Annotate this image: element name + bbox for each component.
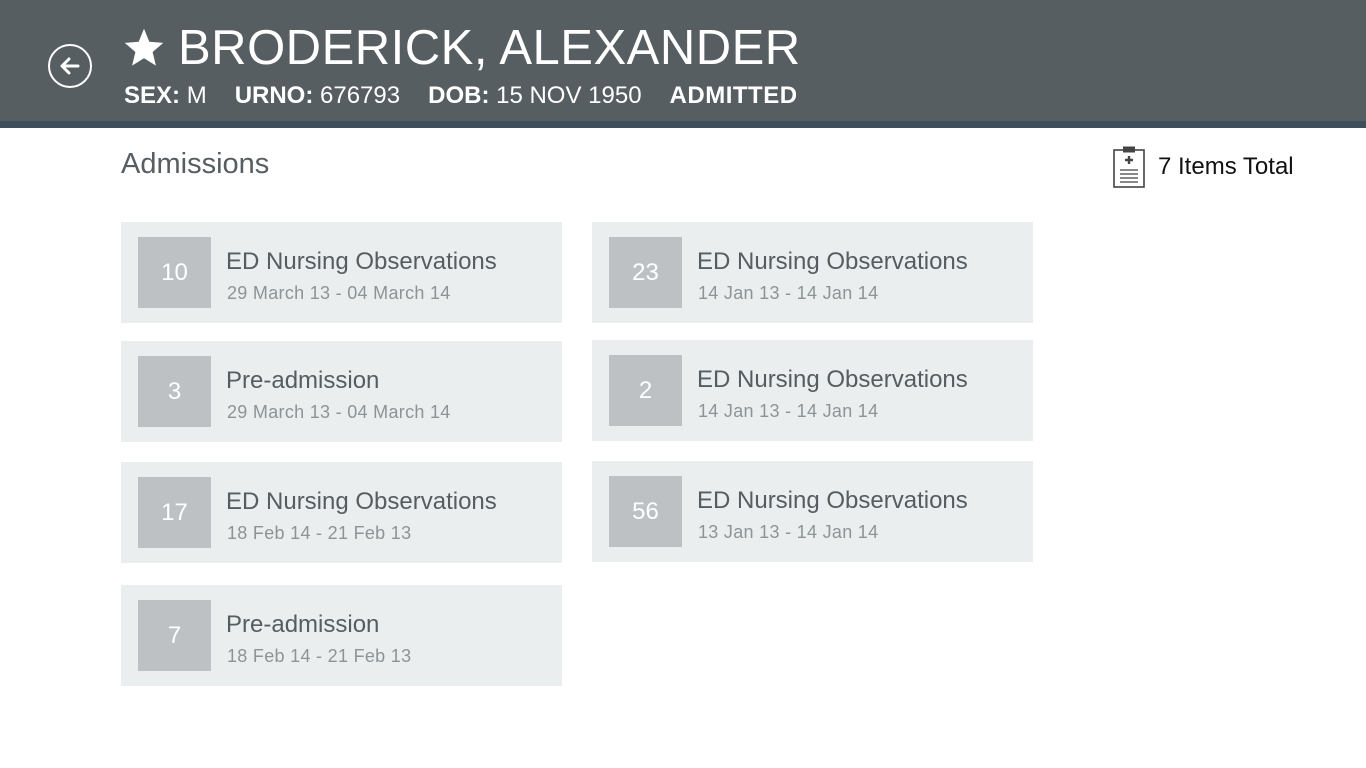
sex-value: M <box>186 82 207 109</box>
patient-meta: SEX: M URNO: 676793 DOB: 15 NOV 1950 ADM… <box>124 82 798 110</box>
admission-count: 10 <box>138 237 211 308</box>
star-icon[interactable] <box>122 26 166 70</box>
admission-count: 56 <box>609 476 682 547</box>
admission-dates: 29 March 13 - 04 March 14 <box>227 283 451 303</box>
admission-tile[interactable]: 56 ED Nursing Observations 13 Jan 13 - 1… <box>592 461 1033 562</box>
sex-field: SEX: M <box>124 82 207 110</box>
dob-value: 15 NOV 1950 <box>496 82 642 109</box>
status-badge: ADMITTED <box>669 82 798 109</box>
dob-field: DOB: 15 NOV 1950 <box>428 82 641 110</box>
admission-tile[interactable]: 2 ED Nursing Observations 14 Jan 13 - 14… <box>592 340 1033 441</box>
admission-dates: 29 March 13 - 04 March 14 <box>227 402 451 422</box>
admission-count: 23 <box>609 237 682 308</box>
header-divider <box>0 121 1366 128</box>
patient-header: BRODERICK, ALEXANDER SEX: M URNO: 676793… <box>0 0 1366 121</box>
admission-dates: 14 Jan 13 - 14 Jan 14 <box>698 283 879 303</box>
items-total: 7 Items Total <box>1112 145 1294 189</box>
page-title: Admissions <box>121 148 270 180</box>
admission-count: 7 <box>138 600 211 671</box>
admission-dates: 18 Feb 14 - 21 Feb 13 <box>227 523 412 543</box>
admission-tile[interactable]: 7 Pre-admission 18 Feb 14 - 21 Feb 13 <box>121 585 562 686</box>
admission-title: ED Nursing Observations <box>226 248 497 275</box>
admission-count: 17 <box>138 477 211 548</box>
admission-title: ED Nursing Observations <box>697 248 968 275</box>
admission-title: Pre-admission <box>226 611 380 638</box>
admission-title: Pre-admission <box>226 367 380 394</box>
dob-label: DOB: <box>428 82 490 109</box>
admission-count: 2 <box>609 355 682 426</box>
admission-title: ED Nursing Observations <box>226 488 497 515</box>
sex-label: SEX: <box>124 82 181 109</box>
back-button[interactable] <box>48 44 92 88</box>
admission-dates: 13 Jan 13 - 14 Jan 14 <box>698 522 879 542</box>
admission-count: 3 <box>138 356 211 427</box>
admission-title: ED Nursing Observations <box>697 366 968 393</box>
patient-name: BRODERICK, ALEXANDER <box>178 21 801 75</box>
admission-tile[interactable]: 17 ED Nursing Observations 18 Feb 14 - 2… <box>121 462 562 563</box>
items-total-label: 7 Items Total <box>1158 153 1294 180</box>
clipboard-icon <box>1113 146 1145 188</box>
admission-tile[interactable]: 3 Pre-admission 29 March 13 - 04 March 1… <box>121 341 562 442</box>
admission-title: ED Nursing Observations <box>697 487 968 514</box>
urno-value: 676793 <box>320 82 401 109</box>
admission-dates: 14 Jan 13 - 14 Jan 14 <box>698 401 879 421</box>
urno-label: URNO: <box>234 82 314 109</box>
admission-tile[interactable]: 23 ED Nursing Observations 14 Jan 13 - 1… <box>592 222 1033 323</box>
admission-tile[interactable]: 10 ED Nursing Observations 29 March 13 -… <box>121 222 562 323</box>
urno-field: URNO: 676793 <box>235 82 400 110</box>
back-arrow-icon <box>60 57 80 75</box>
admission-dates: 18 Feb 14 - 21 Feb 13 <box>227 646 412 666</box>
